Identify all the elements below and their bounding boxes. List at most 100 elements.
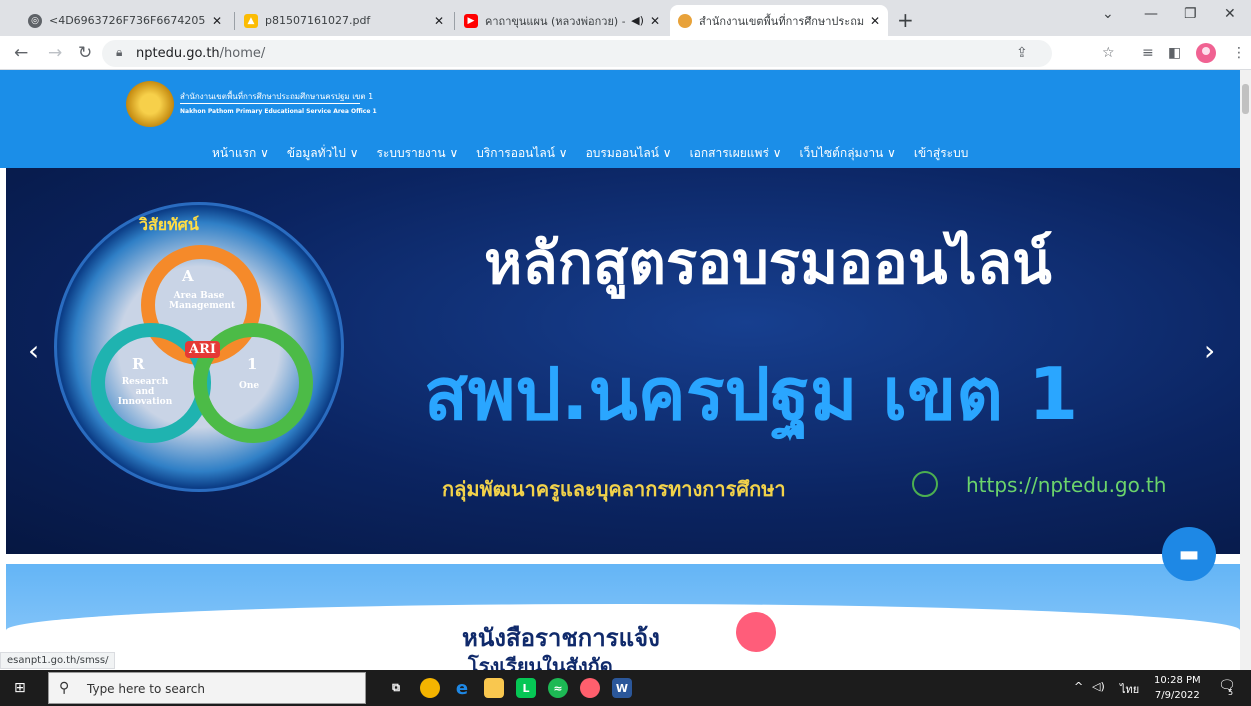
menu-item-login[interactable]: เข้าสู่ระบบ (914, 144, 969, 163)
line-icon[interactable]: L (516, 678, 536, 698)
section-subtitle: โรงเรียนในสังกัด (468, 654, 613, 670)
address-bar[interactable]: 🔒︎ nptedu.go.th/home/ ⇪ (102, 40, 1052, 67)
banner-footer-text: กลุ่มพัฒนาครูและบุคลากรทางการศึกษา (442, 477, 786, 501)
ari-center: ARI (185, 341, 220, 358)
restore-button[interactable]: ❐ (1184, 6, 1197, 22)
globe-icon (912, 471, 938, 497)
web-page: สำนักงานเขตพื้นที่การศึกษาประถมศึกษานครป… (0, 70, 1240, 670)
flower-decoration (736, 612, 776, 652)
word-icon[interactable]: W (612, 678, 632, 698)
vision-title: วิสัยทัศน์ (139, 215, 199, 234)
page-scrollbar[interactable] (1240, 70, 1251, 670)
taskbar-clock[interactable]: 10:28 PM 7/9/2022 (1154, 673, 1201, 703)
share-icon[interactable]: ⇪ (1016, 45, 1028, 61)
side-panel-icon[interactable]: ◧ (1168, 45, 1181, 61)
org-name-th: สำนักงานเขตพื้นที่การศึกษาประถมศึกษานครป… (180, 92, 374, 101)
taskbar-search[interactable]: ⚲ Type here to search (48, 672, 366, 704)
menu-item-online-training[interactable]: อบรมออนไลน์ ∨ (586, 144, 672, 163)
close-icon[interactable]: ✕ (434, 14, 444, 28)
status-bar-url: esanpt1.go.th/smss/ (0, 652, 116, 669)
search-icon: ⚲ (59, 680, 70, 696)
notification-icon[interactable]: 🗨︎ (1218, 678, 1236, 694)
menu-item-general-info[interactable]: ข้อมูลทั่วไป ∨ (287, 144, 359, 163)
tray-chevron-icon[interactable]: ^ (1074, 680, 1083, 693)
obec-logo[interactable] (126, 81, 174, 127)
tab-1[interactable]: ◎ <4D6963726F736F667420576F7 ✕ (20, 5, 230, 36)
screen: ◎ <4D6963726F736F667420576F7 ✕ ▲ p815071… (0, 0, 1251, 706)
tab-4-active[interactable]: สำนักงานเขตพื้นที่การศึกษาประถมศึก ✕ (670, 5, 888, 36)
tab-search-icon[interactable]: ⌄ (1102, 6, 1114, 22)
browser-toolbar: ← → ↻ 🔒︎ nptedu.go.th/home/ ⇪ ☆ ≡ ◧ ⋮ (0, 36, 1251, 70)
url-text[interactable]: nptedu.go.th/home/ (136, 46, 265, 61)
tab-title: คาถาขุนแผน (หลวงพ่อกวย) - กา (485, 14, 625, 28)
chat-icon: ▬ (1178, 541, 1200, 567)
main-menu: หน้าแรก ∨ ข้อมูลทั่วไป ∨ ระบบรายงาน ∨ บร… (212, 144, 968, 163)
vision-emblem: วิสัยทัศน์ A Area Base Management R Rese… (54, 202, 344, 492)
task-view-icon[interactable]: ⧉ (386, 678, 406, 698)
windows-start-icon[interactable]: ⊞ (14, 680, 26, 696)
menu-item-documents[interactable]: เอกสารเผยแพร่ ∨ (690, 144, 782, 163)
ring-r-letter: R (132, 355, 145, 373)
file-explorer-icon[interactable] (484, 678, 504, 698)
close-icon[interactable]: ✕ (212, 14, 222, 28)
chat-button[interactable]: ▬ (1162, 527, 1216, 581)
org-name-en: Nakhon Pathom Primary Educational Servic… (180, 108, 377, 115)
menu-item-reports[interactable]: ระบบรายงาน ∨ (376, 144, 458, 163)
forward-icon[interactable]: → (48, 43, 62, 63)
reading-list-icon[interactable]: ≡ (1142, 45, 1154, 61)
ring-1-letter: 1 (247, 355, 258, 373)
carousel-next-icon[interactable]: › (1204, 334, 1215, 367)
banner-headline: หลักสูตรอบรมออนไลน์ (484, 229, 1052, 297)
lock-icon[interactable]: 🔒︎ (116, 45, 122, 60)
tab-separator (234, 12, 235, 30)
menu-item-group-sites[interactable]: เว็บไซต์กลุ่มงาน ∨ (800, 144, 896, 163)
volume-icon[interactable]: ◁) (1092, 680, 1105, 693)
hero-carousel[interactable]: วิสัยทัศน์ A Area Base Management R Rese… (6, 168, 1240, 554)
clock-time: 10:28 PM (1154, 675, 1201, 686)
bookmark-star-icon[interactable]: ☆ (1102, 45, 1115, 61)
notification-count: 5 (1228, 688, 1234, 697)
announcement-section: หนังสือราชการแจ้ง โรงเรียนในสังกัด (6, 564, 1240, 670)
reload-icon[interactable]: ↻ (78, 43, 92, 63)
ring-1-label: One (239, 381, 260, 391)
chrome-profile-icon[interactable] (580, 678, 600, 698)
close-icon[interactable]: ✕ (870, 14, 880, 28)
carousel-prev-icon[interactable]: ‹ (28, 334, 39, 367)
close-icon[interactable]: ✕ (650, 14, 660, 28)
divider (180, 103, 360, 104)
clock-date: 7/9/2022 (1154, 690, 1200, 701)
site-icon (678, 13, 692, 28)
back-icon[interactable]: ← (14, 43, 28, 63)
ring-a-letter: A (182, 267, 194, 285)
edge-icon[interactable]: e (452, 678, 472, 699)
language-indicator[interactable]: ไทย (1120, 680, 1139, 698)
new-tab-button[interactable]: + (897, 8, 914, 32)
tab-3[interactable]: ▶ คาถาขุนแผน (หลวงพ่อกวย) - กา ◀) ✕ (456, 5, 668, 36)
profile-avatar[interactable] (1196, 43, 1216, 63)
tab-separator (454, 12, 455, 30)
menu-item-home[interactable]: หน้าแรก ∨ (212, 144, 269, 163)
ring-r-label: Research and Innovation (117, 377, 173, 407)
scrollbar-thumb[interactable] (1242, 84, 1249, 114)
youtube-icon: ▶ (464, 13, 478, 28)
windows-taskbar: ⊞ ⚲ Type here to search ⧉ e L ≈ W ^ ◁) ไ… (0, 670, 1251, 706)
tab-2[interactable]: ▲ p81507161027.pdf ✕ (236, 5, 452, 36)
tab-title: <4D6963726F736F667420576F7 (49, 14, 206, 27)
spotify-icon[interactable]: ≈ (548, 678, 568, 698)
chrome-icon[interactable] (420, 678, 440, 698)
ring-a-label: Area Base Management (169, 291, 236, 311)
banner-subheadline: สพป.นครปฐม เขต 1 (424, 352, 1079, 436)
close-window-button[interactable]: ✕ (1224, 6, 1236, 22)
drive-icon: ▲ (244, 13, 258, 28)
mute-icon[interactable]: ◀) (631, 14, 644, 27)
tab-title: สำนักงานเขตพื้นที่การศึกษาประถมศึก (699, 14, 864, 28)
site-header: สำนักงานเขตพื้นที่การศึกษาประถมศึกษานครป… (0, 70, 1240, 168)
tab-title: p81507161027.pdf (265, 14, 371, 27)
globe-icon: ◎ (28, 13, 42, 28)
menu-item-online-services[interactable]: บริการออนไลน์ ∨ (476, 144, 567, 163)
minimize-button[interactable]: — (1144, 6, 1158, 22)
search-placeholder: Type here to search (87, 682, 205, 696)
tab-strip: ◎ <4D6963726F736F667420576F7 ✕ ▲ p815071… (0, 0, 1251, 36)
menu-dots-icon[interactable]: ⋮ (1232, 45, 1246, 61)
banner-url: https://nptedu.go.th (966, 473, 1167, 497)
